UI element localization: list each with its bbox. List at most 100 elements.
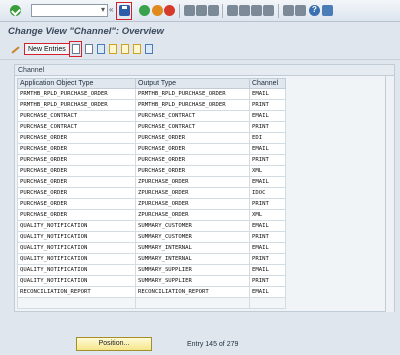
table-row[interactable]: PRMTHB_RPLD_PURCHASE_ORDER PRMTHB_RPLD_PU… (17, 99, 286, 111)
table-cell[interactable]: EMAIL (249, 220, 286, 232)
table-cell[interactable]: SUMMARY_CUSTOMER (135, 231, 250, 243)
table-cell[interactable]: SUMMARY_INTERNAL (135, 253, 250, 265)
table-row[interactable]: PURCHASE_CONTRACT PURCHASE_CONTRACT PRINT (17, 121, 286, 133)
table-cell[interactable]: EMAIL (249, 176, 286, 188)
table-cell[interactable]: PRINT (249, 198, 286, 210)
table-cell[interactable]: QUALITY_NOTIFICATION (17, 253, 136, 265)
table-cell[interactable]: RECONCILIATION_REPORT (135, 286, 250, 298)
table-row[interactable]: QUALITY_NOTIFICATION SUMMARY_INTERNAL PRIN… (17, 253, 286, 265)
shortcut-icon[interactable] (295, 5, 306, 16)
table-cell[interactable]: EMAIL (249, 110, 286, 122)
help-icon[interactable] (309, 5, 320, 16)
table-cell[interactable]: PURCHASE_ORDER (17, 187, 136, 199)
table-cell[interactable]: XML (249, 209, 286, 221)
table-cell[interactable]: PRINT (249, 154, 286, 166)
table-row[interactable]: PURCHASE_ORDER ZPURCHASE_ORDER XML (17, 209, 286, 221)
last-page-icon[interactable] (263, 5, 274, 16)
copy-as-icon[interactable] (72, 44, 80, 54)
deselect-all-icon[interactable] (133, 44, 141, 54)
exit-icon[interactable] (152, 5, 163, 16)
table-cell[interactable]: PRMTHB_RPLD_PURCHASE_ORDER (17, 99, 136, 111)
table-row[interactable]: QUALITY_NOTIFICATION SUMMARY_INTERNAL EMAI… (17, 242, 286, 254)
table-row[interactable]: PURCHASE_ORDER ZPURCHASE_ORDER PRINT (17, 198, 286, 210)
command-field[interactable] (31, 4, 108, 17)
table-row[interactable]: PURCHASE_ORDER ZPURCHASE_ORDER EMAIL (17, 176, 286, 188)
table-cell[interactable]: EDI (249, 132, 286, 144)
table-cell[interactable]: SUMMARY_INTERNAL (135, 242, 250, 254)
table-row[interactable]: PRMTHB_RPLD_PURCHASE_ORDER PRMTHB_RPLD_PU… (17, 88, 286, 100)
table-cell[interactable]: PRINT (249, 275, 286, 287)
table-cell[interactable]: PURCHASE_CONTRACT (17, 121, 136, 133)
table-cell[interactable]: SUMMARY_CUSTOMER (135, 220, 250, 232)
table-cell[interactable]: PRMTHB_RPLD_PURCHASE_ORDER (135, 88, 250, 100)
table-cell[interactable]: RECONCILIATION_REPORT (17, 286, 136, 298)
table-row[interactable]: RECONCILIATION_REPORT RECONCILIATION_REPO… (17, 286, 286, 298)
table-cell[interactable]: PURCHASE_CONTRACT (17, 110, 136, 122)
table-cell[interactable]: PRMTHB_RPLD_PURCHASE_ORDER (17, 88, 136, 100)
table-cell[interactable]: PURCHASE_ORDER (135, 132, 250, 144)
next-page-icon[interactable] (251, 5, 262, 16)
table-cell[interactable]: PURCHASE_ORDER (135, 143, 250, 155)
select-block-icon[interactable] (121, 44, 129, 54)
table-cell[interactable]: QUALITY_NOTIFICATION (17, 275, 136, 287)
table-cell[interactable]: SUMMARY_SUPPLIER (135, 275, 250, 287)
table-cell[interactable]: EMAIL (249, 242, 286, 254)
table-row[interactable]: PURCHASE_ORDER PURCHASE_ORDER PRINT (17, 154, 286, 166)
delete-icon[interactable] (85, 44, 93, 54)
table-cell[interactable]: PURCHASE_ORDER (17, 143, 136, 155)
table-cell[interactable]: ZPURCHASE_ORDER (135, 187, 250, 199)
find-icon[interactable] (196, 5, 207, 16)
table-row[interactable]: PURCHASE_ORDER PURCHASE_ORDER XML (17, 165, 286, 177)
table-cell[interactable]: PRINT (249, 99, 286, 111)
table-cell[interactable]: EMAIL (249, 286, 286, 298)
save-icon[interactable] (119, 5, 130, 16)
table-cell[interactable]: QUALITY_NOTIFICATION (17, 220, 136, 232)
select-all-icon[interactable] (109, 44, 117, 54)
pen-icon[interactable] (11, 45, 20, 54)
double-chevron-icon[interactable]: « (109, 5, 113, 14)
table-row[interactable]: PURCHASE_ORDER PURCHASE_ORDER EMAIL (17, 143, 286, 155)
table-cell[interactable]: EMAIL (249, 88, 286, 100)
table-cell[interactable]: PURCHASE_ORDER (135, 154, 250, 166)
table-row[interactable]: QUALITY_NOTIFICATION SUMMARY_CUSTOMER EMAI… (17, 220, 286, 232)
print-icon[interactable] (145, 44, 153, 54)
table-cell[interactable]: EMAIL (249, 143, 286, 155)
table-cell[interactable]: QUALITY_NOTIFICATION (17, 242, 136, 254)
table-cell[interactable]: PRINT (249, 253, 286, 265)
table-cell[interactable]: PURCHASE_ORDER (17, 198, 136, 210)
position-button[interactable]: Position... (76, 337, 152, 351)
table-cell[interactable]: QUALITY_NOTIFICATION (17, 264, 136, 276)
table-row[interactable]: QUALITY_NOTIFICATION SUMMARY_SUPPLIER EMAI… (17, 264, 286, 276)
table-cell[interactable]: IDOC (249, 187, 286, 199)
table-row[interactable]: PURCHASE_CONTRACT PURCHASE_CONTRACT EMAIL (17, 110, 286, 122)
table-cell[interactable]: ZPURCHASE_ORDER (135, 176, 250, 188)
table-cell[interactable]: PURCHASE_ORDER (135, 165, 250, 177)
column-header[interactable]: Channel (249, 78, 286, 89)
find-next-icon[interactable] (208, 5, 219, 16)
customize-icon[interactable] (322, 5, 333, 16)
table-cell[interactable]: PURCHASE_ORDER (17, 132, 136, 144)
column-header[interactable]: Output Type (135, 78, 250, 89)
table-cell[interactable]: XML (249, 165, 286, 177)
table-cell[interactable]: PRINT (249, 231, 286, 243)
table-cell[interactable]: QUALITY_NOTIFICATION (17, 231, 136, 243)
cancel-icon[interactable] (164, 5, 175, 16)
table-cell[interactable]: PURCHASE_CONTRACT (135, 110, 250, 122)
table-cell[interactable]: PURCHASE_ORDER (17, 165, 136, 177)
new-entries-button[interactable]: New Entries (24, 43, 70, 55)
table-cell[interactable]: PRMTHB_RPLD_PURCHASE_ORDER (135, 99, 250, 111)
back-icon[interactable] (139, 5, 150, 16)
table-row[interactable]: QUALITY_NOTIFICATION SUMMARY_SUPPLIER PRIN… (17, 275, 286, 287)
table-cell[interactable]: PURCHASE_ORDER (17, 209, 136, 221)
first-page-icon[interactable] (227, 5, 238, 16)
check-icon[interactable] (10, 5, 21, 16)
table-cell[interactable]: ZPURCHASE_ORDER (135, 198, 250, 210)
print-icon[interactable] (184, 5, 195, 16)
table-cell[interactable]: PRINT (249, 121, 286, 133)
prev-page-icon[interactable] (239, 5, 250, 16)
table-cell[interactable]: PURCHASE_ORDER (17, 176, 136, 188)
vertical-scrollbar[interactable] (385, 76, 394, 312)
table-cell[interactable]: EMAIL (249, 264, 286, 276)
column-header[interactable]: Application Object Type (17, 78, 136, 89)
table-cell[interactable]: SUMMARY_SUPPLIER (135, 264, 250, 276)
